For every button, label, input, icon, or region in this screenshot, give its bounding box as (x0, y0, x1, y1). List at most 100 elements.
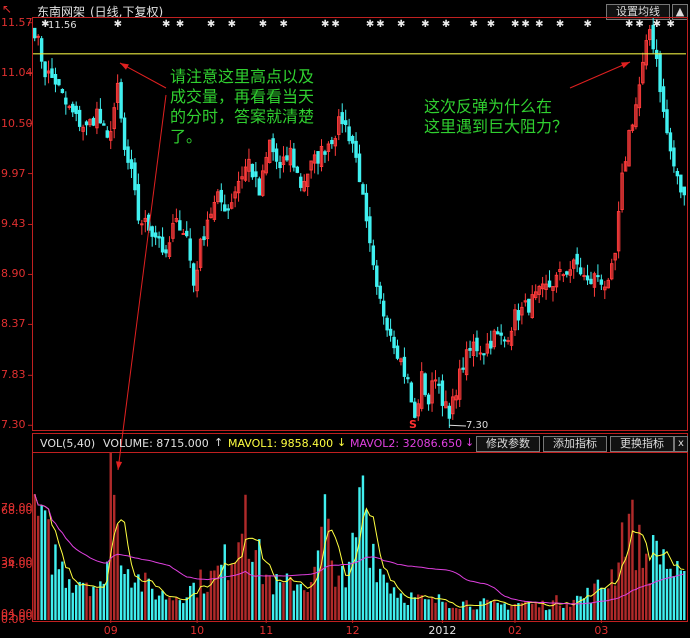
volume-bar (527, 601, 531, 620)
volume-bar (68, 579, 71, 620)
candle-body (409, 382, 414, 403)
volume-bar (199, 569, 202, 620)
volume-bar (627, 513, 631, 620)
volume-bar (216, 565, 220, 620)
candle-body (157, 236, 161, 239)
candle-body (295, 166, 300, 173)
candle-body (589, 278, 593, 285)
volume-bar (303, 590, 306, 620)
volume-bar (658, 564, 662, 620)
volume-arrow-icon: ↑ (214, 436, 224, 449)
time-tick-label: 11 (259, 624, 274, 637)
candle-body (257, 178, 262, 196)
event-star-icon: ✱ (653, 19, 661, 30)
volume-bar (375, 582, 378, 620)
time-tick-label: 03 (594, 624, 609, 637)
right-annotation: 这次反弹为什么在 这里遇到巨大阻力？ (424, 97, 569, 136)
candle-body (102, 123, 106, 126)
volume-bar (168, 597, 171, 620)
volume-bar (455, 608, 458, 620)
volume-bar (582, 598, 586, 620)
volume-bar (126, 569, 130, 620)
low-price-label: 7.30 (466, 420, 489, 431)
volume-bar (50, 574, 54, 620)
volume-bar (230, 564, 233, 620)
volume-bar (289, 576, 292, 620)
event-star-icon: ✱ (625, 19, 633, 30)
time-tick-label: 10 (190, 624, 205, 637)
volume-bar (569, 606, 572, 620)
volume-bar (323, 494, 327, 620)
volume-bar (54, 544, 57, 620)
mavol2-value: MAVOL2: 32086.650 (350, 437, 463, 450)
volume-bar (182, 603, 185, 620)
volume-bar (102, 583, 106, 620)
candle-body (364, 192, 369, 222)
candle-body (330, 139, 334, 145)
volume-bar (244, 494, 247, 620)
candle-body (160, 236, 165, 253)
price-tick-label: 9.43 (1, 217, 26, 231)
volume-bar (171, 600, 175, 620)
volume-bar (410, 592, 413, 620)
candle-body (371, 245, 376, 266)
candle-body (299, 176, 303, 188)
sell-signal-label: S (409, 418, 417, 431)
candle-body (679, 174, 683, 193)
candle-body (357, 153, 362, 183)
chart-window: ↖ 东南网架 (日线,下复权) 设置均线 ▲ ✱ ✱ ✱ ✱ ✱ ✱ ✱ ✱ ✱ ✱ ✱ ✱ ✱ ✱ ✱ ✱ ✱… (0, 0, 690, 638)
candle-body (250, 163, 255, 178)
candle-body (475, 337, 479, 352)
candle-body (502, 339, 507, 342)
volume-bar (33, 494, 36, 620)
volume-bar (589, 602, 593, 620)
candle-body (575, 253, 579, 265)
volume-bar (119, 565, 123, 620)
volume-bar (185, 597, 188, 620)
candle-body (150, 226, 154, 237)
left-annotation: 请注意这里高点以及 成交量，再看看当天 的分时，答案就清楚 了。 (170, 67, 315, 146)
edit-params-button[interactable]: 修改参数 (476, 436, 540, 452)
volume-bar (510, 605, 513, 620)
volume-bar (192, 582, 195, 620)
volume-bar (61, 561, 64, 620)
candle-body (423, 373, 427, 395)
volume-bar (81, 582, 85, 620)
volume-bar (92, 586, 95, 620)
candle-body (654, 49, 659, 60)
candle-body (105, 130, 109, 138)
volume-bar (676, 561, 679, 620)
candle-body (254, 171, 258, 177)
candle-body (91, 117, 96, 126)
candle-body (495, 331, 500, 335)
volume-bar (123, 573, 126, 620)
event-star-icon: ✱ (162, 19, 170, 30)
volume-tick-label: 34.00 (1, 558, 33, 572)
volume-bar (603, 588, 607, 620)
volume-bar (562, 607, 565, 620)
high-price-label: 11.56 (48, 20, 77, 31)
candle-body (278, 161, 282, 169)
event-star-icon: ✱ (442, 19, 450, 30)
volume-bar (555, 595, 558, 620)
volume-bar (233, 562, 237, 620)
change-indicator-button[interactable]: 更换指标 (610, 436, 674, 452)
candle-body (74, 105, 78, 115)
volume-bar (88, 596, 92, 620)
volume-bar (475, 609, 479, 620)
volume-bar (292, 590, 296, 620)
volume-bar (610, 569, 613, 620)
price-tick-label: 7.83 (1, 368, 26, 382)
volume-bar (347, 561, 351, 620)
volume-bar (320, 526, 323, 620)
candle-body (599, 279, 604, 285)
candle-body (406, 377, 410, 380)
volume-bar (313, 566, 316, 620)
volume-bar (175, 597, 178, 620)
candle-body (50, 68, 54, 78)
add-indicator-button[interactable]: 添加指标 (543, 436, 607, 452)
time-tick-label: 2012 (428, 624, 457, 637)
volume-bar (406, 604, 410, 620)
volume-bar (265, 574, 268, 620)
close-icon[interactable]: x (674, 436, 688, 452)
